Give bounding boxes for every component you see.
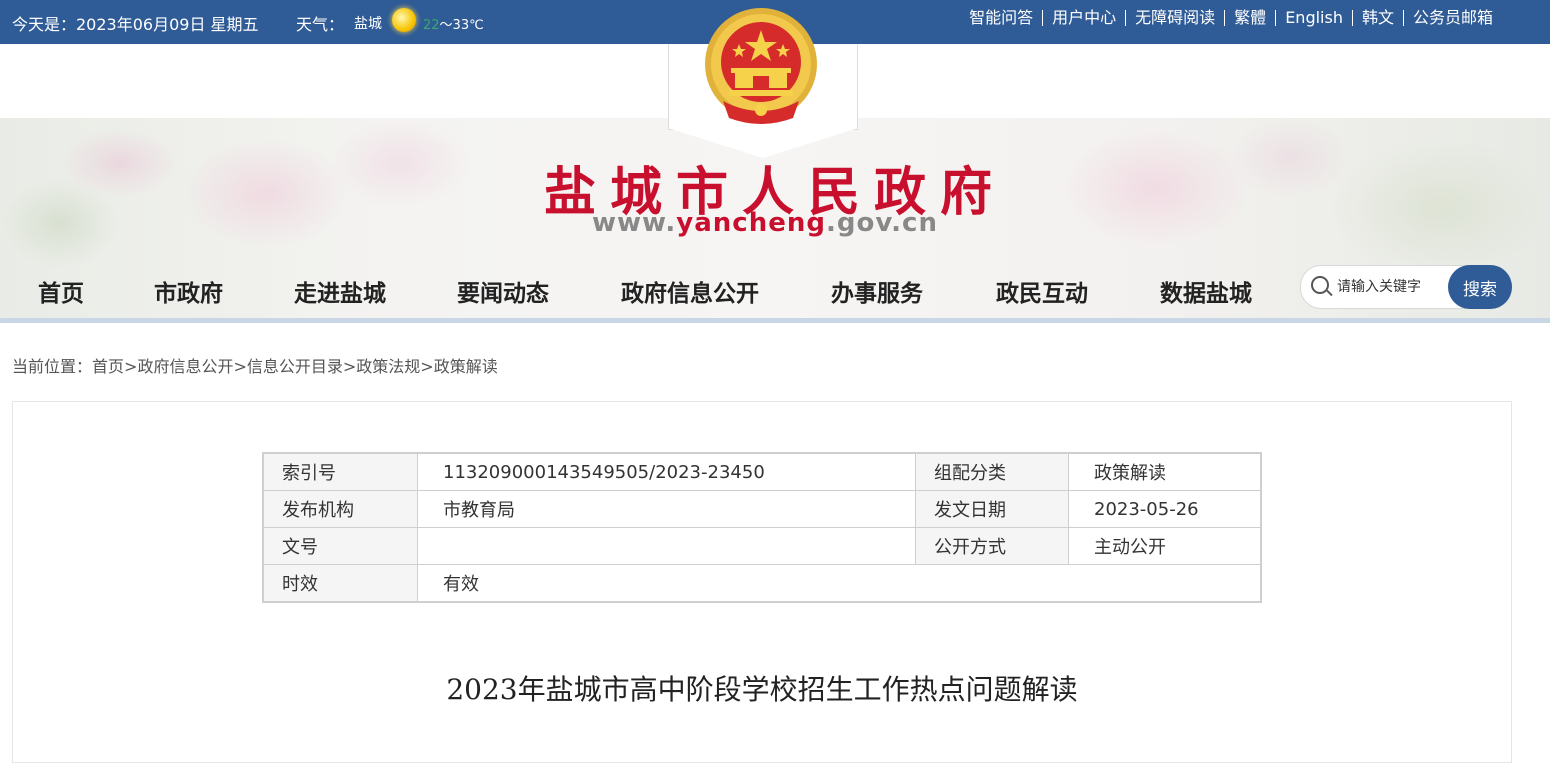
table-row: 时效 有效 (262, 564, 1262, 603)
temp-high: ～33℃ (439, 18, 484, 33)
site-url: www.yancheng.gov.cn (0, 208, 1530, 238)
link-english[interactable]: English (1275, 10, 1352, 26)
nav-item-services[interactable]: 办事服务 (831, 274, 923, 308)
meta-label-docno: 文号 (262, 527, 418, 565)
nav-item-about-yancheng[interactable]: 走进盐城 (294, 274, 386, 308)
nav-item-data-yancheng[interactable]: 数据盐城 (1160, 274, 1252, 308)
meta-value-docno (417, 527, 916, 565)
nav-item-home[interactable]: 首页 (38, 274, 84, 308)
national-emblem-icon[interactable] (703, 6, 819, 130)
temp-low: 22 (423, 18, 440, 33)
site-url-domain: yancheng (676, 208, 826, 238)
nav-item-gov-info-disclosure[interactable]: 政府信息公开 (621, 274, 759, 308)
document-title: 2023年盐城市高中阶段学校招生工作热点问题解读 (446, 673, 1078, 706)
link-smart-qa[interactable]: 智能问答 (960, 10, 1042, 26)
weather-label: 天气： (296, 15, 345, 34)
sunny-icon (392, 8, 416, 32)
meta-value-date: 2023-05-26 (1068, 490, 1262, 528)
nav-item-news[interactable]: 要闻动态 (457, 274, 549, 308)
search-icon (1311, 276, 1329, 294)
breadcrumb-info-catalog[interactable]: 信息公开目录 (247, 357, 343, 376)
meta-label-publisher: 发布机构 (262, 490, 418, 528)
search-button[interactable]: 搜索 (1448, 265, 1512, 309)
meta-value-category: 政策解读 (1068, 452, 1262, 491)
breadcrumb-home[interactable]: 首页 (92, 357, 124, 376)
meta-value-index: 113209000143549505/2023-23450 (417, 452, 916, 491)
breadcrumb: 当前位置：首页>政府信息公开>信息公开目录>政策法规>政策解读 (12, 357, 498, 376)
search-input[interactable] (1335, 274, 1449, 300)
document-meta-table: 索引号 113209000143549505/2023-23450 组配分类 政… (262, 452, 1262, 603)
site-url-prefix: www. (592, 208, 677, 238)
breadcrumb-policy-interpretation[interactable]: 政策解读 (434, 357, 498, 376)
table-row: 索引号 113209000143549505/2023-23450 组配分类 政… (262, 452, 1262, 491)
meta-label-date: 发文日期 (915, 490, 1069, 528)
breadcrumb-prefix: 当前位置： (12, 357, 93, 376)
search-box: 搜索 (1300, 265, 1512, 309)
meta-label-open-method: 公开方式 (915, 527, 1069, 565)
nav-item-city-government[interactable]: 市政府 (154, 274, 223, 308)
meta-value-publisher: 市教育局 (417, 490, 916, 528)
weather-temperature: 22～33℃ (423, 14, 484, 33)
link-accessible-reading[interactable]: 无障碍阅读 (1125, 10, 1224, 26)
weather-city: 盐城 (354, 16, 382, 32)
breadcrumb-policy-regulations[interactable]: 政策法规 (356, 357, 420, 376)
meta-label-category: 组配分类 (915, 452, 1069, 491)
nav-item-interaction[interactable]: 政民互动 (996, 274, 1088, 308)
meta-value-open-method: 主动公开 (1068, 527, 1262, 565)
link-civil-servant-mail[interactable]: 公务员邮箱 (1402, 10, 1502, 26)
site-url-suffix: .gov.cn (825, 208, 938, 238)
current-date: 今天是：2023年06月09日 星期五 (12, 15, 259, 34)
top-links: 智能问答 用户中心 无障碍阅读 繁體 English 韩文 公务员邮箱 (960, 10, 1502, 26)
table-row: 发布机构 市教育局 发文日期 2023-05-26 (262, 490, 1262, 528)
breadcrumb-gov-info[interactable]: 政府信息公开 (137, 357, 233, 376)
link-korean[interactable]: 韩文 (1351, 10, 1403, 26)
link-user-center[interactable]: 用户中心 (1042, 10, 1125, 26)
meta-label-index: 索引号 (262, 452, 418, 491)
nav-divider (0, 318, 1550, 323)
meta-value-validity: 有效 (417, 564, 1262, 603)
meta-label-validity: 时效 (262, 564, 418, 603)
link-traditional-chinese[interactable]: 繁體 (1224, 10, 1275, 26)
table-row: 文号 公开方式 主动公开 (262, 527, 1262, 565)
